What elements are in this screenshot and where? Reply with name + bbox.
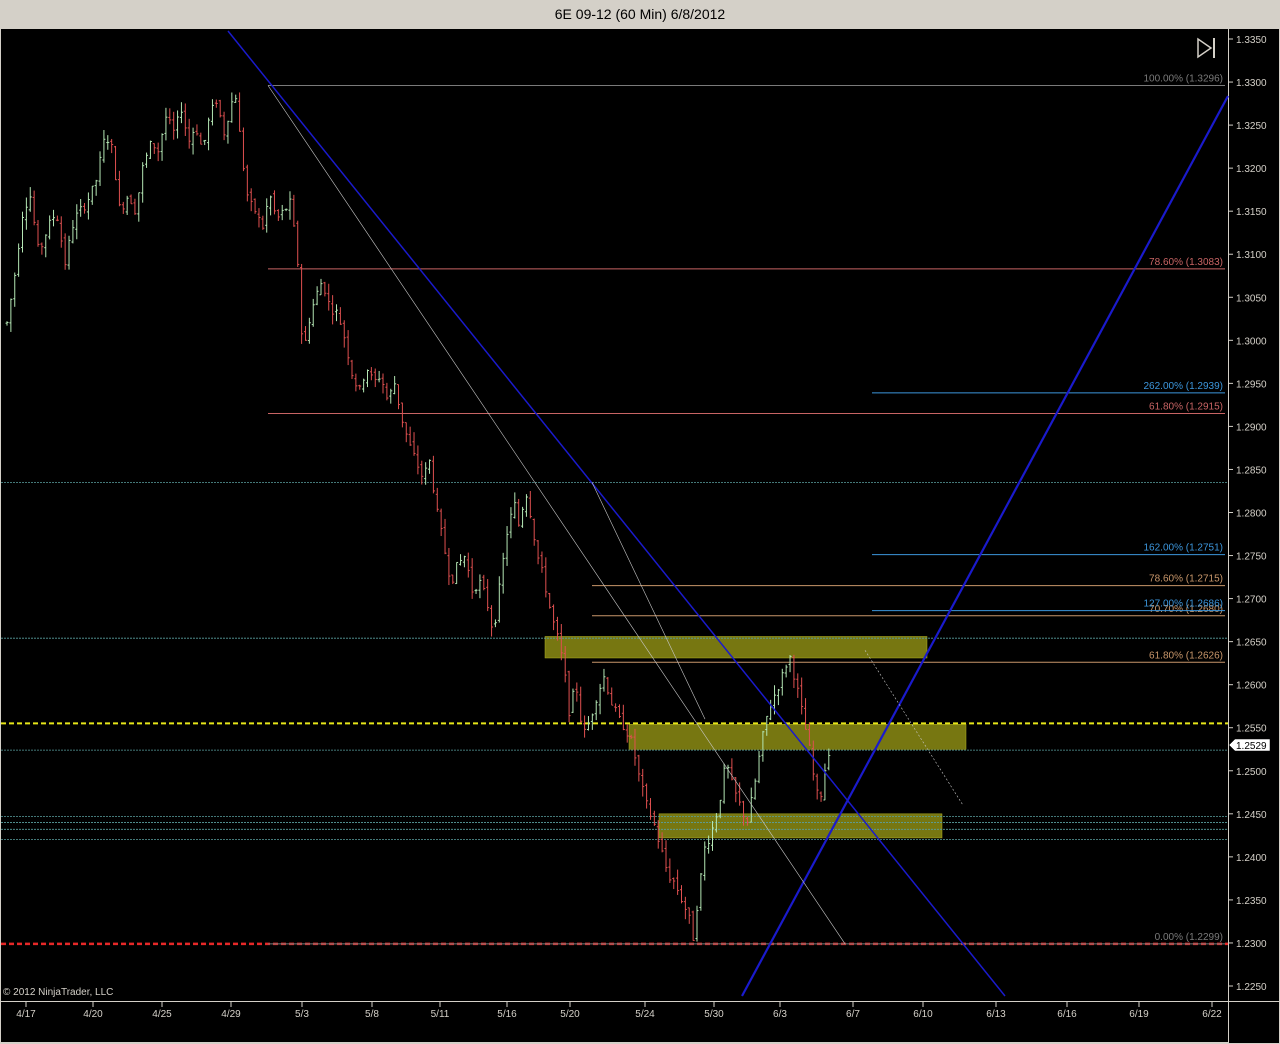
y-tick-label: 1.2950: [1236, 379, 1267, 390]
x-tick-label: 6/13: [986, 1009, 1006, 1020]
x-tick-label: 6/19: [1129, 1009, 1149, 1020]
y-tick-label: 1.2600: [1236, 681, 1267, 692]
fib-extension-label: 262.00% (1.2939): [1143, 381, 1223, 392]
fib-extension-label: 162.00% (1.2751): [1143, 543, 1223, 554]
y-tick-label: 1.3050: [1236, 293, 1267, 304]
fib-extension-label: 127.00% (1.2686): [1143, 599, 1223, 610]
x-tick-label: 4/20: [83, 1009, 103, 1020]
x-tick-label: 4/25: [152, 1009, 172, 1020]
current-price-value: 1.2529: [1236, 741, 1267, 752]
x-tick-label: 6/22: [1202, 1009, 1222, 1020]
y-tick-label: 1.2800: [1236, 509, 1267, 520]
fib-level-label: 0.00% (1.2299): [1155, 932, 1223, 943]
y-axis-area: [1229, 29, 1279, 1043]
plot-area: [1, 29, 1228, 1001]
x-tick-label: 5/20: [560, 1009, 580, 1020]
y-tick-label: 1.2250: [1236, 982, 1267, 993]
fib-minor-label: 78.60% (1.2715): [1149, 574, 1223, 585]
x-axis-area: [1, 1002, 1228, 1042]
x-tick-label: 5/24: [635, 1009, 655, 1020]
y-tick-label: 1.2700: [1236, 595, 1267, 606]
y-tick-label: 1.3000: [1236, 336, 1267, 347]
x-tick-label: 6/16: [1057, 1009, 1077, 1020]
x-tick-label: 4/17: [16, 1009, 36, 1020]
zone-rect: [628, 724, 967, 750]
current-price-label: 1.2529: [1228, 738, 1271, 752]
window-titlebar: 6E 09-12 (60 Min) 6/8/2012: [0, 0, 1280, 28]
y-tick-label: 1.2650: [1236, 638, 1267, 649]
x-tick-label: 5/11: [431, 1009, 450, 1020]
x-tick-label: 5/16: [497, 1009, 517, 1020]
y-tick-label: 1.2400: [1236, 853, 1267, 864]
x-tick-label: 6/3: [773, 1009, 787, 1020]
y-tick-label: 1.2300: [1236, 939, 1267, 950]
y-tick-label: 1.2550: [1236, 724, 1267, 735]
x-tick-label: 6/7: [846, 1009, 860, 1020]
y-tick-label: 1.3300: [1236, 78, 1267, 89]
x-tick-label: 5/30: [704, 1009, 724, 1020]
x-tick-label: 4/29: [221, 1009, 241, 1020]
y-tick-label: 1.3250: [1236, 121, 1267, 132]
window-title: 6E 09-12 (60 Min) 6/8/2012: [554, 6, 726, 22]
y-tick-label: 1.2350: [1236, 896, 1267, 907]
y-tick-label: 1.2450: [1236, 810, 1267, 821]
zone-rect: [544, 636, 928, 659]
x-tick-label: 5/8: [365, 1009, 379, 1020]
copyright-text: © 2012 NinjaTrader, LLC: [3, 987, 113, 998]
y-tick-label: 1.2900: [1236, 422, 1267, 433]
y-tick-label: 1.2750: [1236, 552, 1267, 563]
y-tick-label: 1.3150: [1236, 207, 1267, 218]
x-tick-label: 5/3: [295, 1009, 309, 1020]
fib-level-label: 61.80% (1.2915): [1149, 401, 1223, 412]
y-tick-label: 1.2850: [1236, 465, 1267, 476]
y-tick-label: 1.2500: [1236, 767, 1267, 778]
zone-rect: [658, 813, 943, 839]
y-tick-label: 1.3200: [1236, 164, 1267, 175]
fib-level-label: 100.00% (1.3296): [1143, 73, 1223, 84]
x-tick-label: 6/10: [913, 1009, 933, 1020]
y-tick-label: 1.3350: [1236, 35, 1267, 46]
fib-level-label: 78.60% (1.3083): [1149, 257, 1223, 268]
y-tick-label: 1.3100: [1236, 250, 1267, 261]
fib-minor-label: 61.80% (1.2626): [1149, 650, 1223, 661]
price-chart[interactable]: 100.00% (1.3296) 78.60% (1.3083) 61.80% (1…: [0, 28, 1280, 1044]
